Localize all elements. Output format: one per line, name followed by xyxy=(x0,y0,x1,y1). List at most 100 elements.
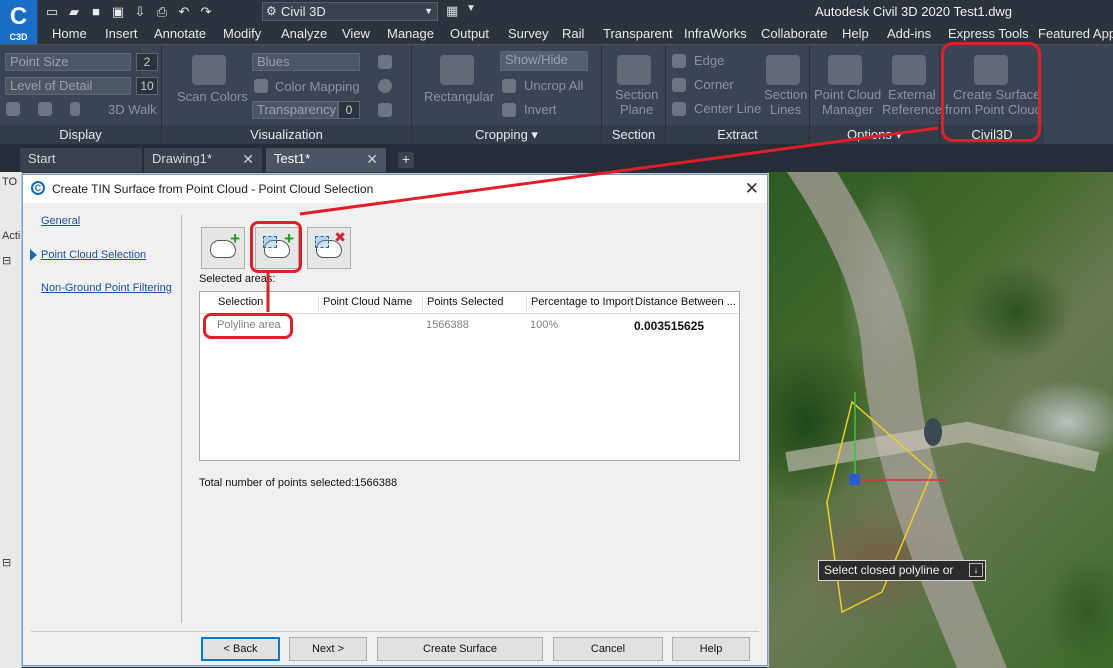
tab-view[interactable]: View xyxy=(342,26,370,41)
section-lines-icon xyxy=(766,55,800,85)
dialog-title-bar: C Create TIN Surface from Point Cloud - … xyxy=(23,175,767,203)
point-size-value[interactable]: 2 xyxy=(136,53,158,71)
nav-point-cloud-selection[interactable]: Point Cloud Selection xyxy=(41,249,146,261)
color-mapping-label[interactable]: Color Mapping xyxy=(275,79,360,94)
new-tab-plus-icon[interactable]: + xyxy=(398,152,414,168)
tab-insert[interactable]: Insert xyxy=(105,26,138,41)
quick-access-toolbar: ▭ ▰ ■ ▣ ⇩ ⎙ ↶ ↷ xyxy=(44,3,214,21)
print-icon[interactable]: ⎙ xyxy=(154,4,170,20)
scan-colors-label[interactable]: Scan Colors xyxy=(177,89,248,104)
tree-collapse-icon[interactable]: ⊟ xyxy=(2,556,11,569)
cancel-button[interactable]: Cancel xyxy=(553,637,663,661)
corner-label[interactable]: Corner xyxy=(694,77,734,92)
tab-help[interactable]: Help xyxy=(842,26,869,41)
col-selection[interactable]: Selection xyxy=(214,296,263,312)
tab-express-tools[interactable]: Express Tools xyxy=(948,26,1029,41)
pcm-label-2[interactable]: Manager xyxy=(822,102,873,117)
app-menu-button[interactable]: C C3D xyxy=(0,0,38,44)
point-cloud-viewport[interactable] xyxy=(767,172,1113,668)
calculator-icon[interactable]: ▦ xyxy=(446,3,458,19)
tab-home[interactable]: Home xyxy=(52,26,87,41)
uncrop-all-label[interactable]: Uncrop All xyxy=(524,78,583,93)
tab-manage[interactable]: Manage xyxy=(387,26,434,41)
transparency-value[interactable]: 0 xyxy=(338,101,360,119)
options-panel-title[interactable]: Options ▾ xyxy=(810,125,939,145)
tab-annotate[interactable]: Annotate xyxy=(154,26,206,41)
close-icon[interactable]: ✕ xyxy=(366,148,378,170)
section-lines-label-1[interactable]: Section xyxy=(764,87,807,102)
save-icon[interactable]: ■ xyxy=(88,4,104,20)
center-line-label[interactable]: Center Line xyxy=(694,101,761,116)
workspace-select[interactable]: ⚙ Civil 3D ▼ xyxy=(262,2,438,21)
edge-label[interactable]: Edge xyxy=(694,53,724,68)
color-scheme-select[interactable]: Blues xyxy=(252,53,360,71)
section-plane-label-2[interactable]: Plane xyxy=(620,102,653,117)
cropping-panel-title[interactable]: Cropping ▾ xyxy=(412,125,601,145)
center-line-icon xyxy=(672,102,686,116)
polyline-area-highlight xyxy=(203,313,293,339)
light-icon[interactable] xyxy=(378,103,392,117)
close-icon[interactable]: ✕ xyxy=(745,179,759,199)
section-plane-label-1[interactable]: Section xyxy=(615,87,658,102)
next-button[interactable]: Next > xyxy=(289,637,367,661)
new-file-icon[interactable]: ▭ xyxy=(44,4,60,20)
visualization-panel-title: Visualization xyxy=(162,125,411,145)
tab-transparent[interactable]: Transparent xyxy=(603,26,673,41)
cube-icon[interactable] xyxy=(6,102,20,116)
nav-non-ground-filtering[interactable]: Non-Ground Point Filtering xyxy=(41,282,172,294)
tab-output[interactable]: Output xyxy=(450,26,489,41)
doc-tab-start[interactable]: Start xyxy=(20,148,142,172)
customize-qat-icon[interactable]: ▼ xyxy=(466,3,476,14)
invert-label[interactable]: Invert xyxy=(524,102,557,117)
style-icon[interactable] xyxy=(378,55,392,69)
import-icon[interactable]: ⇩ xyxy=(132,4,148,20)
back-button[interactable]: < Back xyxy=(201,637,280,661)
create-surface-button[interactable]: Create Surface xyxy=(377,637,543,661)
tab-add-ins[interactable]: Add-ins xyxy=(887,26,931,41)
plus-icon: + xyxy=(230,229,240,248)
transparency-slider[interactable]: Transparency xyxy=(252,101,338,119)
walk-icon xyxy=(70,102,80,116)
pcm-label-1[interactable]: Point Cloud xyxy=(814,87,881,102)
dropdown-arrow-icon[interactable]: ↓ xyxy=(969,563,983,577)
save-as-icon[interactable]: ▣ xyxy=(110,4,126,20)
open-folder-icon[interactable]: ▰ xyxy=(66,4,82,20)
tab-rail[interactable]: Rail xyxy=(562,26,584,41)
col-points-selected[interactable]: Points Selected xyxy=(422,296,503,312)
col-distance[interactable]: Distance Between ... xyxy=(630,296,736,312)
create-tin-surface-dialog: C Create TIN Surface from Point Cloud - … xyxy=(22,174,768,666)
remove-x-icon: ✖ xyxy=(334,229,346,245)
col-point-cloud-name[interactable]: Point Cloud Name xyxy=(318,296,412,312)
tab-survey[interactable]: Survey xyxy=(508,26,548,41)
level-of-detail-value[interactable]: 10 xyxy=(136,77,158,95)
ext-ref-label-2[interactable]: Reference xyxy=(882,102,942,117)
tab-collaborate[interactable]: Collaborate xyxy=(761,26,828,41)
undo-icon[interactable]: ↶ xyxy=(176,4,192,20)
help-button[interactable]: Help xyxy=(672,637,750,661)
edge-icon xyxy=(672,54,686,68)
show-hide-button[interactable]: Show/Hide xyxy=(500,51,588,71)
sphere-icon[interactable] xyxy=(378,79,392,93)
col-percentage[interactable]: Percentage to Import xyxy=(526,296,634,312)
tab-analyze[interactable]: Analyze xyxy=(281,26,327,41)
point-size-slider[interactable]: Point Size xyxy=(5,53,131,71)
doc-tab-drawing1[interactable]: Drawing1* ✕ xyxy=(144,148,262,172)
remove-selection-button[interactable]: ✖ xyxy=(307,227,351,269)
tab-infraworks[interactable]: InfraWorks xyxy=(684,26,747,41)
nav-general[interactable]: General xyxy=(41,215,80,227)
level-of-detail-slider[interactable]: Level of Detail xyxy=(5,77,131,95)
rectangular-label[interactable]: Rectangular xyxy=(424,89,494,104)
tree-collapse-icon[interactable]: ⊟ xyxy=(2,254,11,267)
ribbon-tab-bar: Home Insert Annotate Modify Analyze View… xyxy=(38,24,1113,44)
tab-featured-apps[interactable]: Featured Apps xyxy=(1038,26,1113,41)
section-lines-label-2[interactable]: Lines xyxy=(770,102,801,117)
ext-ref-label-1[interactable]: External xyxy=(888,87,936,102)
redo-icon[interactable]: ↷ xyxy=(198,4,214,20)
doc-tab-label: Test1* xyxy=(274,151,311,166)
tab-modify[interactable]: Modify xyxy=(223,26,261,41)
3d-walk-label[interactable]: 3D Walk xyxy=(108,102,157,117)
add-point-cloud-button[interactable]: + xyxy=(201,227,245,269)
orbit-icon[interactable] xyxy=(38,102,52,116)
doc-tab-test1[interactable]: Test1* ✕ xyxy=(266,148,386,172)
close-icon[interactable]: ✕ xyxy=(242,148,254,170)
